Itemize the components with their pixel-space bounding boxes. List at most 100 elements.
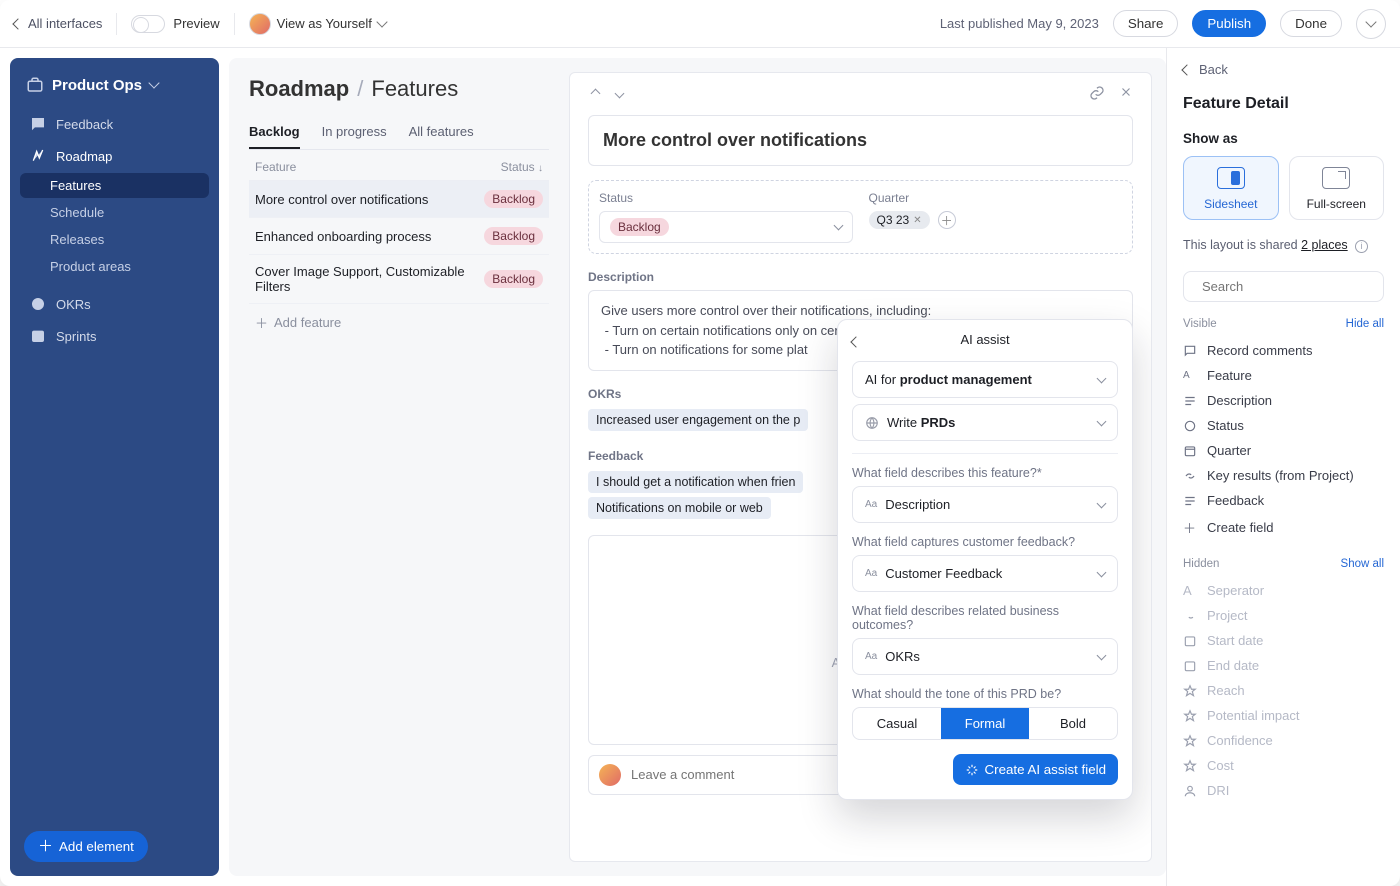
feature-list-column: Roadmap / Features Backlog In progress A… bbox=[229, 58, 569, 876]
view-as-selector[interactable]: View as Yourself bbox=[249, 13, 386, 35]
record-title-input[interactable]: More control over notifications bbox=[588, 115, 1133, 166]
sidebar-subitem-releases[interactable]: Releases bbox=[20, 227, 209, 252]
group-hidden-label: Hidden bbox=[1183, 558, 1219, 570]
sidesheet-icon bbox=[1217, 167, 1245, 189]
row-feature: Cover Image Support, Customizable Filter… bbox=[255, 264, 484, 294]
table-row[interactable]: Enhanced onboarding process Backlog bbox=[249, 218, 549, 255]
avatar-icon bbox=[599, 764, 621, 786]
add-feature-label: Add feature bbox=[274, 315, 341, 330]
tab-allfeatures[interactable]: All features bbox=[409, 116, 474, 149]
show-as-fullscreen[interactable]: Full-screen bbox=[1289, 156, 1385, 220]
field-row[interactable]: Cost bbox=[1183, 753, 1384, 778]
ai-field-feature-select[interactable]: AaDescription bbox=[852, 486, 1118, 523]
field-label: Key results (from Project) bbox=[1207, 468, 1354, 483]
feedback-link-chip[interactable]: I should get a notification when frien bbox=[588, 471, 803, 493]
preview-label: Preview bbox=[173, 16, 219, 31]
quarter-tag[interactable]: Q3 23 ✕ bbox=[869, 211, 930, 229]
roadmap-icon bbox=[30, 148, 46, 164]
config-back-button[interactable]: Back bbox=[1183, 62, 1384, 77]
col-status[interactable]: Status ↓ bbox=[501, 160, 543, 174]
ai-field-outcomes-select[interactable]: AaOKRs bbox=[852, 638, 1118, 675]
ai-question-label: What field describes this feature?* bbox=[852, 466, 1118, 480]
ai-task-select[interactable]: Write PRDs bbox=[852, 404, 1118, 441]
subitem-label: Product areas bbox=[50, 259, 131, 274]
prev-record-button[interactable] bbox=[588, 86, 602, 100]
back-all-interfaces[interactable]: All interfaces bbox=[14, 16, 102, 31]
field-row[interactable]: Feedback bbox=[1183, 488, 1384, 513]
share-button[interactable]: Share bbox=[1113, 10, 1179, 37]
sidebar-item-sprints[interactable]: Sprints bbox=[20, 321, 209, 351]
breadcrumb-parent[interactable]: Roadmap bbox=[249, 76, 349, 102]
field-row[interactable]: Start date bbox=[1183, 628, 1384, 653]
ai-question-label: What field captures customer feedback? bbox=[852, 535, 1118, 549]
sidebar-item-okrs[interactable]: OKRs bbox=[20, 289, 209, 319]
close-icon[interactable] bbox=[1119, 85, 1133, 99]
star-icon bbox=[1183, 684, 1197, 698]
field-label: Status bbox=[599, 191, 853, 205]
more-menu-button[interactable] bbox=[1356, 9, 1386, 39]
sidebar-item-feedback[interactable]: Feedback bbox=[20, 109, 209, 139]
field-search[interactable] bbox=[1183, 271, 1384, 302]
field-row[interactable]: Quarter bbox=[1183, 438, 1384, 463]
chevron-down-icon bbox=[833, 221, 843, 231]
field-row[interactable]: ASeperator bbox=[1183, 578, 1384, 603]
ai-model-select[interactable]: AI for product management bbox=[852, 361, 1118, 398]
sidebar-subitem-features[interactable]: Features bbox=[20, 173, 209, 198]
briefcase-icon bbox=[26, 76, 44, 94]
field-row[interactable]: End date bbox=[1183, 653, 1384, 678]
field-row[interactable]: Confidence bbox=[1183, 728, 1384, 753]
field-row[interactable]: Status bbox=[1183, 413, 1384, 438]
field-search-input[interactable] bbox=[1202, 279, 1378, 294]
done-button[interactable]: Done bbox=[1280, 10, 1342, 37]
table-row[interactable]: More control over notifications Backlog bbox=[249, 181, 549, 218]
field-row[interactable]: Potential impact bbox=[1183, 703, 1384, 728]
status-pill: Backlog bbox=[484, 270, 543, 288]
workspace-selector[interactable]: Product Ops bbox=[20, 72, 209, 108]
feedback-link-chip[interactable]: Notifications on mobile or web bbox=[588, 497, 771, 519]
field-row[interactable]: Project bbox=[1183, 603, 1384, 628]
tab-inprogress[interactable]: In progress bbox=[322, 116, 387, 149]
status-select[interactable]: Backlog bbox=[599, 211, 853, 243]
show-as-option-label: Sidesheet bbox=[1204, 197, 1257, 211]
tone-bold[interactable]: Bold bbox=[1029, 708, 1117, 739]
sparkle-icon bbox=[965, 763, 979, 777]
field-row[interactable]: AFeature bbox=[1183, 363, 1384, 388]
show-all-button[interactable]: Show all bbox=[1341, 558, 1384, 570]
next-record-button[interactable] bbox=[612, 86, 626, 100]
field-row[interactable]: DRI bbox=[1183, 778, 1384, 803]
status-icon bbox=[1183, 419, 1197, 433]
sidebar-subitem-product-areas[interactable]: Product areas bbox=[20, 254, 209, 279]
hide-all-button[interactable]: Hide all bbox=[1346, 318, 1384, 330]
ai-field-feedback-select[interactable]: AaCustomer Feedback bbox=[852, 555, 1118, 592]
add-tag-button[interactable]: ＋ bbox=[938, 211, 956, 229]
popover-back-button[interactable] bbox=[852, 334, 860, 349]
info-icon[interactable]: i bbox=[1355, 240, 1368, 253]
publish-button[interactable]: Publish bbox=[1192, 10, 1266, 37]
section-label: Description bbox=[588, 270, 1133, 284]
tone-casual[interactable]: Casual bbox=[853, 708, 941, 739]
field-row[interactable]: Description bbox=[1183, 388, 1384, 413]
field-row[interactable]: Key results (from Project) bbox=[1183, 463, 1384, 488]
preview-toggle[interactable] bbox=[131, 15, 165, 33]
add-feature-button[interactable]: ＋ Add feature bbox=[249, 304, 549, 341]
desc-line: Give users more control over their notif… bbox=[601, 301, 1120, 321]
sidebar-subitem-schedule[interactable]: Schedule bbox=[20, 200, 209, 225]
tab-backlog[interactable]: Backlog bbox=[249, 116, 300, 149]
field-row[interactable]: Record comments bbox=[1183, 338, 1384, 363]
table-row[interactable]: Cover Image Support, Customizable Filter… bbox=[249, 255, 549, 304]
add-element-button[interactable]: ＋ Add element bbox=[24, 831, 148, 862]
shared-places-link[interactable]: 2 places bbox=[1301, 238, 1348, 252]
okr-link-chip[interactable]: Increased user engagement on the p bbox=[588, 409, 808, 431]
sidebar-item-roadmap[interactable]: Roadmap bbox=[20, 141, 209, 171]
sidebar-item-label: Feedback bbox=[56, 117, 113, 132]
create-ai-field-button[interactable]: Create AI assist field bbox=[953, 754, 1119, 785]
show-as-sidesheet[interactable]: Sidesheet bbox=[1183, 156, 1279, 220]
tone-formal[interactable]: Formal bbox=[941, 708, 1029, 739]
left-sidebar: Product Ops Feedback Roadmap Features Sc… bbox=[10, 58, 219, 876]
remove-tag-icon[interactable]: ✕ bbox=[913, 215, 921, 226]
field-row[interactable]: Reach bbox=[1183, 678, 1384, 703]
link-icon[interactable] bbox=[1089, 85, 1105, 101]
record-title: More control over notifications bbox=[603, 130, 867, 150]
create-field-button[interactable]: ＋Create field bbox=[1183, 513, 1384, 542]
col-feature[interactable]: Feature bbox=[255, 160, 296, 174]
